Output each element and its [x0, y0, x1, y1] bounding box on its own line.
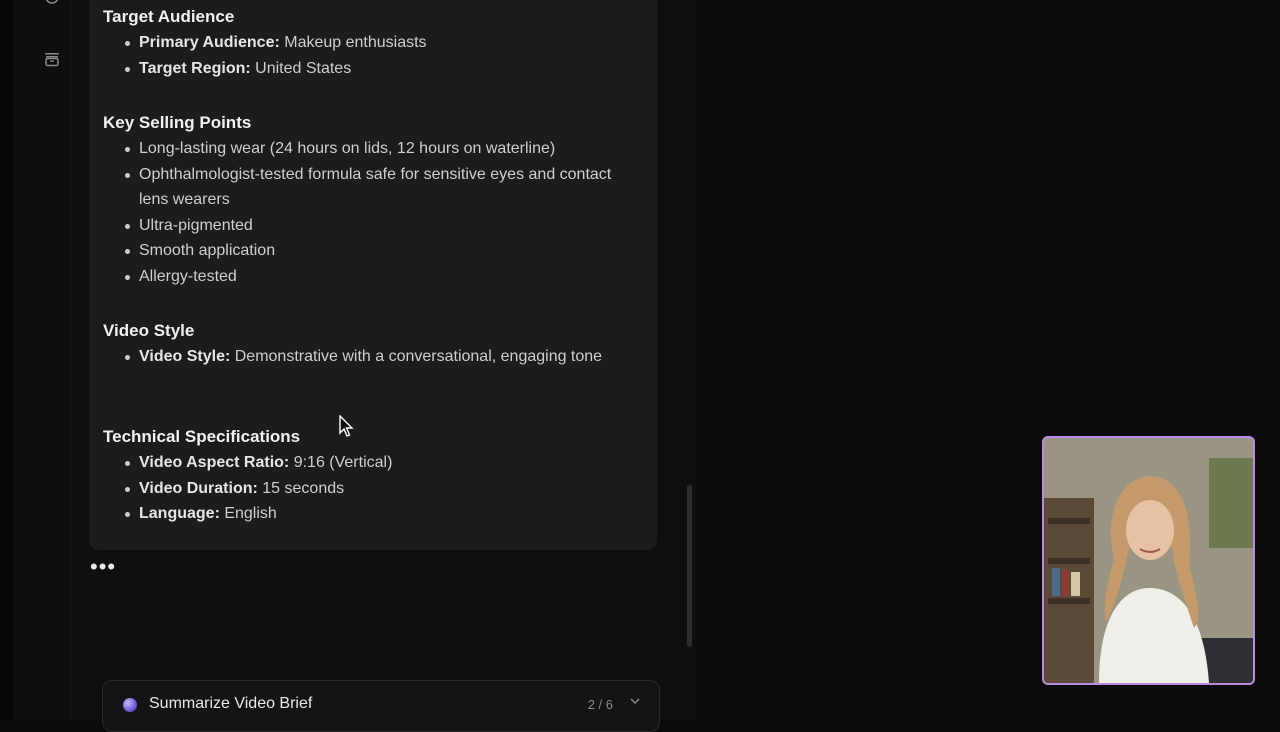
task-step-counter: 2 / 6 — [587, 697, 613, 712]
ai-orb-icon — [123, 698, 137, 712]
video-brief-card: Target Audience Primary Audience: Makeup … — [89, 0, 657, 550]
list-item: Video Aspect Ratio: 9:16 (Vertical) — [125, 450, 629, 476]
chevron-down-icon[interactable] — [629, 695, 641, 707]
presenter-video-frame — [1044, 438, 1253, 683]
list-item-key: Language: — [139, 505, 220, 523]
list-item-text: Demonstrative with a conversational, eng… — [230, 348, 603, 365]
typing-indicator: ••• — [90, 554, 117, 579]
list-item: Smooth application — [125, 238, 629, 264]
list-item-key: Video Duration: — [139, 479, 258, 497]
section-list: Long-lasting wear (24 hours on lids, 12 … — [125, 136, 629, 290]
scrollbar-thumb[interactable] — [687, 485, 692, 647]
window-edge — [0, 0, 14, 720]
chat-panel: Target Audience Primary Audience: Makeup … — [71, 0, 696, 732]
list-item-text: Ophthalmologist-tested formula safe for … — [139, 165, 612, 209]
task-progress-bar[interactable]: Summarize Video Brief 2 / 6 — [102, 680, 660, 732]
list-item: Video Duration: 15 seconds — [125, 476, 629, 502]
list-item-text: Makeup enthusiasts — [279, 34, 427, 51]
list-item-key: Video Aspect Ratio: — [139, 454, 290, 471]
list-item-text: United States — [250, 59, 352, 77]
circle-icon[interactable] — [43, 0, 61, 6]
list-item-text: Allergy-tested — [139, 267, 237, 285]
list-item: Ophthalmologist-tested formula safe for … — [125, 162, 629, 213]
mouse-cursor-icon — [339, 415, 354, 437]
list-item-key: Video Style: — [139, 348, 231, 365]
list-item-text: English — [219, 505, 277, 523]
list-item-text: Ultra-pigmented — [139, 216, 253, 234]
list-item-key: Primary Audience: — [139, 34, 280, 51]
list-item-text: Smooth application — [139, 242, 276, 260]
section-list: Primary Audience: Makeup enthusiasts Targ… — [125, 30, 629, 82]
left-sidebar — [14, 0, 71, 720]
section-heading: Video Style — [103, 321, 195, 340]
section-list: Video Aspect Ratio: 9:16 (Vertical) Video… — [125, 450, 629, 527]
list-item: Long-lasting wear (24 hours on lids, 12 … — [125, 136, 629, 162]
list-item: Ultra-pigmented — [125, 213, 629, 239]
section-heading: Technical Specifications — [103, 427, 301, 446]
section-heading: Target Audience — [103, 7, 235, 26]
list-item-text: Long-lasting wear (24 hours on lids, 12 … — [139, 140, 556, 157]
list-item: Video Style: Demonstrative with a conver… — [125, 344, 629, 370]
list-item: Language: English — [125, 501, 629, 527]
section-heading: Key Selling Points — [103, 113, 252, 132]
list-item: Primary Audience: Makeup enthusiasts — [125, 30, 629, 56]
section-list: Video Style: Demonstrative with a conver… — [125, 344, 629, 370]
presenter-video-overlay[interactable] — [1042, 436, 1255, 685]
list-item-text: 9:16 (Vertical) — [289, 454, 393, 471]
list-item: Target Region: United States — [125, 56, 629, 82]
list-item-key: Target Region: — [139, 59, 251, 77]
list-item: Allergy-tested — [125, 264, 629, 290]
list-item-text: 15 seconds — [257, 479, 345, 497]
archive-icon[interactable] — [43, 50, 61, 68]
task-label: Summarize Video Brief — [149, 695, 313, 712]
